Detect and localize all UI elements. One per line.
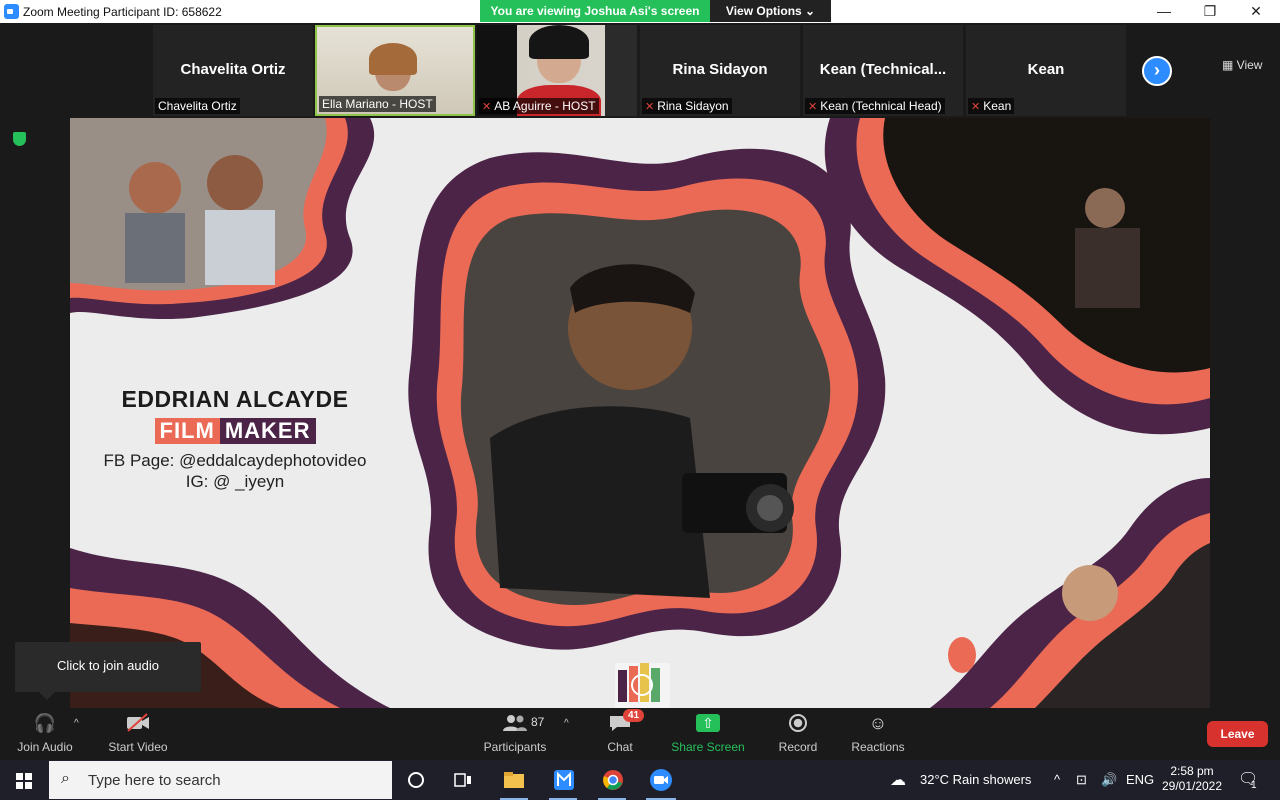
join-audio-label: Join Audio: [17, 740, 73, 754]
participant-label: Chavelita Ortiz: [155, 98, 240, 114]
cortana-icon[interactable]: [404, 768, 428, 792]
participant-tile[interactable]: Kean ✕ Kean: [966, 25, 1126, 116]
task-view-icon[interactable]: [451, 768, 475, 792]
viewing-screen-banner: You are viewing Joshua Asi's screen: [480, 0, 710, 22]
view-options-button[interactable]: View Options ⌄: [710, 0, 831, 22]
participant-label: ✕ Kean (Technical Head): [805, 98, 945, 114]
file-explorer-icon[interactable]: [502, 768, 526, 792]
participant-hair: [369, 43, 417, 75]
participant-name: Kean: [1027, 61, 1065, 78]
participant-hair: [529, 25, 589, 59]
photo-figure: [1062, 565, 1118, 621]
shared-screen-area: EDDRIAN ALCAYDE FILM MAKER FB Page: @edda…: [0, 118, 1280, 708]
search-icon: ⌕: [61, 770, 70, 787]
participant-label: Ella Mariano - HOST: [319, 96, 436, 112]
reactions-label: Reactions: [851, 740, 905, 754]
photo-figure: [1075, 228, 1140, 308]
participant-tile[interactable]: Rina Sidayon ✕ Rina Sidayon: [640, 25, 800, 116]
restore-button[interactable]: ❐: [1187, 3, 1233, 20]
network-icon[interactable]: ⊡: [1076, 772, 1087, 788]
participant-label: ✕ Rina Sidayon: [642, 98, 732, 114]
photo-figure: [207, 155, 263, 211]
volume-icon[interactable]: 🔊: [1101, 772, 1117, 788]
video-off-icon: [103, 708, 173, 738]
presenter-name: EDDRIAN ALCAYDE: [121, 386, 349, 412]
miro-app-icon[interactable]: [552, 768, 576, 792]
social-links: FB Page: @eddalcaydephotovideo IG: @ _iy…: [70, 450, 400, 492]
share-screen-icon: ⇧: [670, 708, 746, 738]
mic-muted-icon: ✕: [808, 101, 818, 113]
zoom-app-icon: [4, 4, 19, 19]
join-audio-tooltip[interactable]: Click to join audio: [15, 642, 201, 700]
participant-video-tile[interactable]: ✕ AB Aguirre - HOST: [477, 25, 637, 116]
chat-label: Chat: [607, 740, 633, 754]
search-placeholder: Type here to search: [88, 772, 221, 789]
ig-handle-text: IG: @ _iyeyn: [185, 472, 285, 491]
share-screen-button[interactable]: ⇧ Share Screen: [670, 708, 746, 760]
clock-date: 29/01/2022: [1161, 779, 1223, 793]
notification-count: 1: [1251, 780, 1257, 791]
leave-button[interactable]: Leave: [1207, 721, 1268, 747]
presenter-info: EDDRIAN ALCAYDE FILM MAKER FB Page: @edda…: [70, 386, 400, 492]
participants-label: Participants: [483, 740, 547, 754]
participant-label: ✕ Kean: [968, 98, 1015, 114]
camera-lens: [757, 495, 783, 521]
smiley-plus-icon: ☺: [868, 712, 888, 733]
weather-text[interactable]: 32°C Rain showers: [920, 772, 1031, 787]
taskbar-search-input[interactable]: ⌕ Type here to search: [49, 761, 392, 799]
participant-label: ✕ AB Aguirre - HOST: [479, 98, 599, 114]
view-layout-button[interactable]: ▦ View: [1222, 58, 1262, 72]
chat-unread-badge: 41: [623, 709, 645, 722]
photo-figure: [490, 406, 710, 598]
participant-tile[interactable]: Kean (Technical... ✕ Kean (Technical Head…: [803, 25, 963, 116]
start-video-label: Start Video: [108, 740, 168, 754]
language-indicator[interactable]: ENG: [1126, 772, 1154, 787]
mic-muted-icon: ✕: [482, 101, 492, 113]
windows-start-icon[interactable]: [16, 773, 32, 789]
minimize-button[interactable]: —: [1141, 3, 1187, 19]
participants-count: 87: [531, 715, 545, 729]
taskbar-clock[interactable]: 2:58 pm 29/01/2022: [1160, 764, 1224, 794]
photo-figure: [1085, 188, 1125, 228]
headphones-icon: 🎧: [33, 712, 57, 733]
window-title: Zoom Meeting Participant ID: 658622: [23, 5, 222, 19]
close-button[interactable]: ✕: [1233, 3, 1279, 20]
audio-options-caret[interactable]: ^: [74, 718, 79, 729]
participant-name: Rina Sidayon: [672, 61, 768, 78]
chrome-icon[interactable]: [601, 768, 625, 792]
photo-figure: [129, 162, 181, 214]
next-participants-arrow-icon[interactable]: ›: [1142, 56, 1172, 86]
record-label: Record: [778, 740, 818, 754]
role-badges: FILM MAKER: [70, 418, 400, 444]
share-screen-label: Share Screen: [671, 740, 745, 754]
record-icon: [773, 708, 823, 738]
join-audio-button[interactable]: 🎧 Join Audio: [10, 708, 80, 760]
participant-name: Chavelita Ortiz: [180, 61, 286, 78]
windows-taskbar: ⌕ Type here to search ☁ 32°C Rain shower…: [0, 760, 1280, 800]
reactions-button[interactable]: ☺ Reactions: [848, 708, 908, 760]
mic-muted-icon: ✕: [645, 101, 655, 113]
mic-muted-icon: ✕: [971, 101, 981, 113]
maker-badge: MAKER: [219, 418, 316, 444]
photo-figure: [125, 213, 185, 283]
shared-slide: EDDRIAN ALCAYDE FILM MAKER FB Page: @edda…: [70, 118, 1210, 708]
record-button[interactable]: Record: [773, 708, 823, 760]
zoom-taskbar-icon[interactable]: [649, 768, 673, 792]
encryption-shield-icon[interactable]: [13, 132, 26, 146]
participant-tile[interactable]: Chavelita Ortiz Chavelita Ortiz: [153, 25, 313, 116]
photo-figure: [205, 210, 275, 285]
participant-strip: Chavelita Ortiz Chavelita Ortiz Ella Mar…: [0, 23, 1280, 118]
clock-time: 2:58 pm: [1170, 764, 1214, 778]
tray-chevron-icon[interactable]: ^: [1054, 772, 1060, 787]
weather-cloud-icon[interactable]: ☁: [890, 770, 906, 790]
participant-video-tile[interactable]: Ella Mariano - HOST: [315, 25, 475, 116]
film-badge: FILM: [154, 418, 220, 444]
fb-page-text: FB Page: @eddalcaydephotovideo: [103, 451, 367, 470]
participants-options-caret[interactable]: ^: [564, 718, 569, 729]
participant-name: Kean (Technical...: [819, 61, 947, 78]
start-video-button[interactable]: Start Video: [103, 708, 173, 760]
